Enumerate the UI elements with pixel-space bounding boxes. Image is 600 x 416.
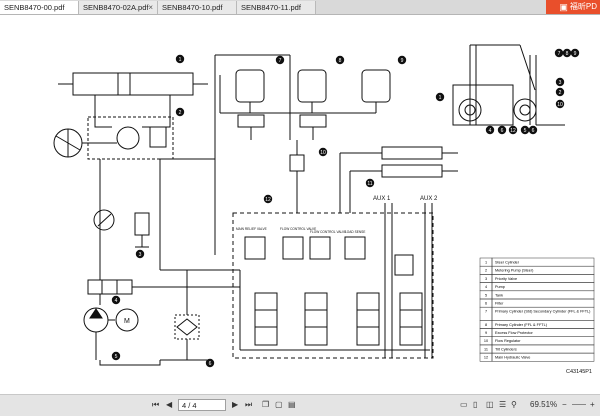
document-canvas[interactable]: 1 2 3 4 5 6 7 8 9 10 11 12 7 8 9 3 2 10 1 4 6 12 5 6 1 Steer Cyl… bbox=[0, 15, 600, 393]
forklift-callout-10-label: 10 bbox=[557, 102, 563, 108]
brand-badge[interactable]: ▣ 福昕PD bbox=[546, 0, 600, 14]
forklift-callout-12-label: 12 bbox=[510, 128, 516, 134]
callout-3-label: 3 bbox=[139, 252, 142, 258]
legend-number: 11 bbox=[484, 347, 488, 351]
forklift-callout-3-label: 3 bbox=[559, 80, 562, 86]
callout-5-label: 5 bbox=[115, 354, 118, 360]
callout-8-label: 8 bbox=[339, 58, 342, 64]
callout-1-label: 1 bbox=[179, 57, 182, 63]
zoom-in-icon[interactable]: + bbox=[590, 398, 595, 412]
legend-cell bbox=[491, 290, 595, 300]
legend-text: Priority Valve bbox=[495, 277, 517, 281]
legend-text: Flow Regulator bbox=[495, 339, 521, 343]
legend-cell bbox=[491, 282, 595, 292]
forklift-callout-5-label: 5 bbox=[524, 128, 527, 134]
legend-text: Steer Cylinder bbox=[495, 261, 520, 265]
steer-cylinder bbox=[72, 72, 194, 96]
legend-table: 1 Steer Cylinder 2 Metering Pump (Steer) 3 Pr… bbox=[479, 257, 595, 362]
legend-number: 9 bbox=[485, 331, 487, 335]
callout-10-label: 10 bbox=[320, 150, 326, 156]
forklift-callout-8-label: 8 bbox=[566, 51, 569, 57]
legend-text: Excess Flow Protector bbox=[495, 331, 534, 335]
aux2-label: AUX 2 bbox=[420, 196, 438, 202]
next-page-icon[interactable]: ▶ bbox=[232, 398, 238, 412]
tab-label: SENB8470-10.pdf bbox=[162, 3, 223, 12]
zoom-slider[interactable] bbox=[572, 404, 586, 405]
tab-senb8470-00[interactable]: SENB8470-00.pdf bbox=[0, 1, 79, 14]
status-bar: ⏮ ◀ 4 / 4 ▶ ⏭ ❐ ▢ ▤ ▭ ▯ ◫ ☰ ⚲ 69.51% − + bbox=[0, 394, 600, 416]
legend-number: 5 bbox=[485, 293, 487, 297]
legend-number: 6 bbox=[485, 302, 487, 306]
valve-label: MAIN RELIEF VALVE bbox=[236, 227, 267, 231]
page-number-input[interactable]: 4 / 4 bbox=[178, 399, 226, 411]
continuous-icon[interactable]: ▯ bbox=[473, 398, 477, 412]
legend-number: 1 bbox=[485, 261, 487, 265]
prev-page-icon[interactable]: ◀ bbox=[166, 398, 172, 412]
figure-id: C43145P1 bbox=[566, 369, 592, 375]
valve-label: LOAD SENSE bbox=[345, 230, 365, 234]
legend-text: Primary Cylinder (FFL & FFTL) bbox=[495, 323, 548, 327]
close-icon[interactable]: × bbox=[148, 1, 153, 14]
tab-senb8470-02a[interactable]: SENB8470-02A.pdf × bbox=[79, 1, 158, 14]
callout-4-label: 4 bbox=[115, 298, 118, 304]
legend-text: Pump bbox=[495, 285, 505, 289]
legend-number: 10 bbox=[484, 339, 488, 343]
fit-width-icon[interactable]: ▤ bbox=[288, 398, 296, 412]
tab-bar: SENB8470-00.pdf SENB8470-02A.pdf × SENB8… bbox=[0, 0, 600, 15]
callout-6-label: 6 bbox=[209, 361, 212, 367]
tab-label: SENB8470-11.pdf bbox=[241, 3, 301, 12]
motor-label: M bbox=[124, 318, 130, 325]
zoom-icon[interactable]: ⚲ bbox=[511, 398, 517, 412]
forklift-callout-1-label: 1 bbox=[439, 95, 442, 101]
legend-number: 7 bbox=[485, 310, 487, 314]
main-valve-box bbox=[232, 212, 434, 359]
callout-11-label: 11 bbox=[367, 181, 372, 187]
tab-senb8470-10[interactable]: SENB8470-10.pdf bbox=[158, 1, 237, 14]
tab-senb8470-11[interactable]: SENB8470-11.pdf bbox=[237, 1, 316, 14]
callout-9-label: 9 bbox=[401, 58, 404, 64]
legend-text: Tank bbox=[495, 293, 503, 297]
callouts: 1234567 8 91011127 8 9321014 6 12 5 6 bbox=[111, 48, 580, 368]
legend-text: Main Hydraulic Valve bbox=[495, 356, 530, 360]
legend-cell bbox=[491, 298, 595, 308]
first-page-icon[interactable]: ⏮ bbox=[152, 398, 159, 412]
zoom-value[interactable]: 69.51% bbox=[530, 398, 557, 412]
forklift-callout-9-label: 9 bbox=[574, 51, 577, 57]
legend-text: Filter bbox=[495, 302, 504, 306]
legend-text: Primary Cylinder (Std) Secondary Cylinde… bbox=[495, 310, 591, 314]
legend-number: 3 bbox=[485, 277, 487, 281]
valve-label: FLOW CONTROL VALVE bbox=[310, 230, 346, 234]
callout-7-label: 7 bbox=[279, 58, 282, 64]
legend-number: 2 bbox=[485, 269, 487, 273]
single-page-icon[interactable]: ▭ bbox=[460, 398, 468, 412]
zoom-out-icon[interactable]: − bbox=[562, 398, 567, 412]
forklift-callout-7-label: 7 bbox=[558, 51, 561, 57]
scroll-icon[interactable]: ☰ bbox=[499, 398, 506, 412]
callout-2-label: 2 bbox=[179, 110, 182, 116]
legend-number: 8 bbox=[485, 323, 487, 327]
brand-icon: ▣ bbox=[559, 2, 568, 12]
tab-label: SENB8470-02A.pdf bbox=[83, 3, 149, 12]
legend-text: Tilt Cylinders bbox=[495, 347, 517, 351]
two-page-icon[interactable]: ◫ bbox=[486, 398, 494, 412]
tab-label: SENB8470-00.pdf bbox=[4, 3, 65, 12]
legend-number: 4 bbox=[485, 285, 487, 289]
legend-number: 12 bbox=[484, 356, 488, 360]
hydraulic-schematic: 1234567 8 91011127 8 9321014 6 12 5 6 1 Steer Cyl… bbox=[53, 44, 595, 375]
callout-12-label: 12 bbox=[265, 197, 271, 203]
forklift-callout-2-label: 2 bbox=[559, 90, 562, 96]
fit-page-icon[interactable]: ▢ bbox=[275, 398, 283, 412]
forklift-callout-6-label: 6 bbox=[532, 128, 535, 134]
last-page-icon[interactable]: ⏭ bbox=[245, 398, 252, 412]
forklift-callout-4-label: 4 bbox=[489, 128, 492, 134]
forklift-callout-6-label: 6 bbox=[501, 128, 504, 134]
legend-text: Metering Pump (Steer) bbox=[495, 269, 534, 273]
copy-icon[interactable]: ❐ bbox=[262, 398, 269, 412]
aux1-label: AUX 1 bbox=[373, 196, 391, 202]
brand-label: 福昕PD bbox=[569, 2, 597, 11]
